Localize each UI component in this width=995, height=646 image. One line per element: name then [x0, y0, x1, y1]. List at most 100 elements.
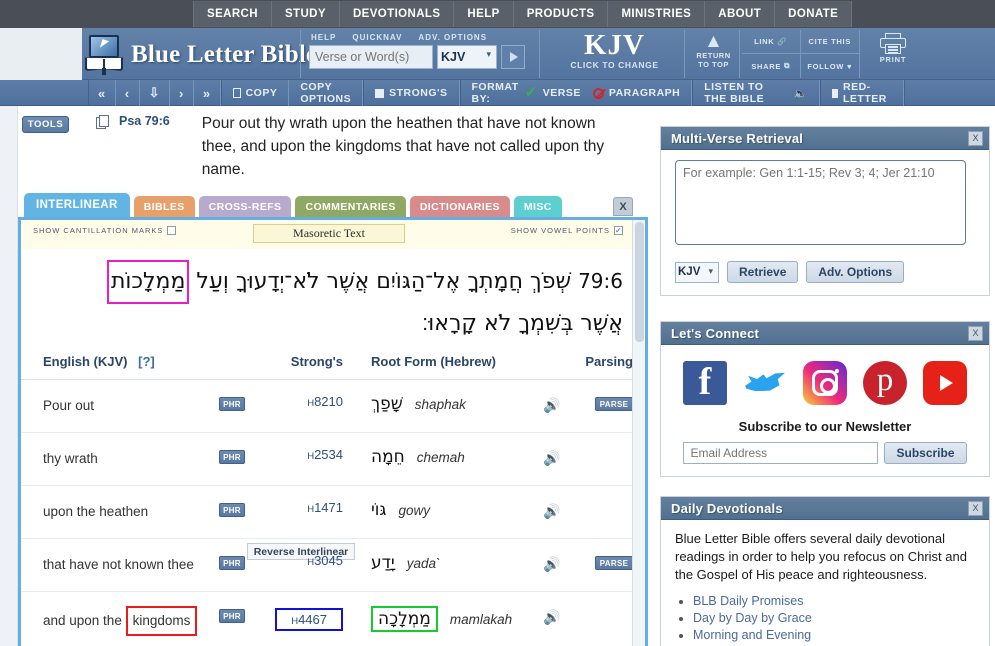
strongs-toggle[interactable]: STRONG'S	[364, 80, 458, 106]
topnav-item-ministries[interactable]: MINISTRIES	[608, 1, 706, 27]
link-button[interactable]: LINK 🔗	[742, 30, 801, 54]
adv-options-link[interactable]: ADV. OPTIONS	[418, 33, 487, 42]
copy-options-button[interactable]: COPY OPTIONS	[289, 80, 362, 106]
strongs-number[interactable]: H1471	[307, 500, 343, 515]
speaker-icon[interactable]: 🔊	[543, 450, 560, 466]
quicknav-link[interactable]: QUICKNAV	[352, 33, 402, 42]
current-version-banner[interactable]: KJV CLICK TO CHANGE	[545, 30, 685, 78]
strongs-number[interactable]: H4467	[275, 608, 343, 631]
show-vowel-points-toggle[interactable]: SHOW VOWEL POINTS ✓	[511, 226, 623, 235]
transliteration[interactable]: chemah	[417, 450, 465, 465]
highlighted-english-word[interactable]: kingdoms	[125, 606, 198, 636]
cell-english[interactable]: thy wrath	[43, 447, 219, 471]
previous-chapter-button[interactable]: ‹	[116, 80, 140, 106]
follow-button[interactable]: FOLLOW ♥	[801, 54, 860, 78]
twitter-icon[interactable]	[743, 361, 787, 405]
topnav-item-donate[interactable]: DONATE	[775, 1, 851, 27]
tab-dictionaries[interactable]: DICTIONARIES	[409, 196, 510, 217]
instagram-icon[interactable]	[803, 361, 847, 405]
share-button[interactable]: SHARE ⧉	[742, 54, 801, 78]
tab-bibles[interactable]: BIBLES	[133, 196, 195, 217]
print-button[interactable]: PRINT	[864, 30, 922, 78]
interlinear-scrollbar[interactable]	[632, 220, 645, 646]
last-chapter-button[interactable]: »	[194, 80, 220, 106]
devotional-link[interactable]: Day by Day by Grace	[693, 610, 975, 627]
devotional-link[interactable]: BLB Daily Promises	[693, 593, 975, 610]
tab-cross-refs[interactable]: CROSS-REFS	[198, 196, 292, 217]
help-link[interactable]: HELP	[311, 33, 336, 42]
tab-commentaries[interactable]: COMMENTARIES	[295, 196, 406, 217]
english-help-link[interactable]: [?]	[138, 354, 155, 369]
search-submit-button[interactable]	[501, 45, 525, 69]
transliteration[interactable]: yada`	[407, 556, 441, 571]
speaker-icon[interactable]: 🔊	[543, 556, 560, 572]
red-letter-toggle[interactable]: RED-LETTER	[821, 80, 903, 106]
cell-english[interactable]: that have not known thee	[43, 553, 219, 577]
multi-verse-version-select[interactable]: KJV	[675, 261, 719, 283]
youtube-icon[interactable]	[923, 361, 967, 405]
hebrew-root-word[interactable]: גּוֹי	[371, 500, 386, 520]
parse-button[interactable]: PARSE	[595, 556, 633, 570]
topnav-item-search[interactable]: SEARCH	[194, 1, 272, 27]
vowel-points-checkbox[interactable]: ✓	[614, 226, 623, 235]
parse-button[interactable]: PARSE	[595, 397, 633, 411]
copy-verse-icon[interactable]	[96, 115, 109, 129]
transliteration[interactable]: shaphak	[415, 397, 466, 412]
daily-devotionals-close-button[interactable]: X	[968, 500, 983, 516]
speaker-icon[interactable]: 🔊	[543, 503, 560, 519]
version-select[interactable]: KJV	[437, 45, 497, 69]
tab-interlinear[interactable]: INTERLINEAR	[24, 193, 130, 217]
show-cantillation-toggle[interactable]: SHOW CANTILLATION MARKS	[33, 226, 177, 235]
format-verse-option[interactable]: ✓ VERSE	[523, 80, 589, 106]
cite-this-button[interactable]: CITE THIS	[800, 30, 859, 54]
tab-misc[interactable]: MISC	[513, 196, 562, 217]
hebrew-root-word[interactable]: מַמְלָכָה	[371, 606, 438, 632]
topnav-item-study[interactable]: STUDY	[272, 1, 340, 27]
cell-english[interactable]: upon the heathen	[43, 500, 219, 524]
close-tabs-button[interactable]: X	[613, 197, 633, 216]
topnav-item-about[interactable]: ABOUT	[705, 1, 776, 27]
listen-to-bible-button[interactable]: LISTEN TO THE BIBLE 🔈	[693, 80, 819, 106]
hebrew-root-word[interactable]: חֵמָה	[371, 447, 405, 467]
site-logo[interactable]: Blue Letter Bible	[85, 30, 317, 80]
topnav-item-products[interactable]: PRODUCTS	[514, 1, 609, 27]
devotional-link[interactable]: Morning and Evening	[693, 627, 975, 644]
facebook-icon[interactable]	[683, 361, 727, 405]
transliteration[interactable]: gowy	[398, 503, 430, 518]
first-chapter-button[interactable]: «	[89, 80, 116, 106]
scroll-down-button[interactable]: ⇩	[140, 80, 170, 106]
transliteration[interactable]: mamlakah	[450, 612, 512, 627]
return-to-top-button[interactable]: ▲ RETURN TO TOP	[688, 30, 740, 78]
strongs-number[interactable]: H3045	[307, 553, 343, 568]
hebrew-root-word[interactable]: שָׁפַךְ	[371, 394, 403, 414]
phr-badge[interactable]: PHR	[219, 397, 245, 411]
multi-verse-textarea[interactable]	[675, 160, 966, 245]
phr-badge[interactable]: PHR	[219, 450, 245, 464]
next-chapter-button[interactable]: ›	[170, 80, 194, 106]
strongs-number[interactable]: H8210	[307, 394, 343, 409]
tools-button[interactable]: TOOLS	[22, 116, 69, 133]
cell-english[interactable]: Pour out	[43, 394, 219, 418]
copy-button[interactable]: COPY	[222, 80, 290, 106]
search-input[interactable]	[309, 45, 433, 69]
phr-badge[interactable]: PHR	[219, 503, 245, 517]
verse-reference[interactable]: Psa 79:6	[119, 114, 170, 181]
strongs-number[interactable]: H2534	[307, 447, 343, 462]
hebrew-root-word[interactable]: יָדַע	[371, 553, 395, 573]
lets-connect-close-button[interactable]: X	[968, 325, 983, 341]
email-input[interactable]	[683, 442, 879, 464]
cell-english[interactable]: and upon the kingdoms	[43, 606, 219, 636]
adv-options-button[interactable]: Adv. Options	[806, 261, 905, 283]
speaker-icon[interactable]: 🔊	[543, 609, 560, 625]
pinterest-icon[interactable]	[863, 361, 907, 405]
topnav-item-devotionals[interactable]: DEVOTIONALS	[340, 1, 455, 27]
speaker-icon[interactable]: 🔊	[543, 397, 560, 413]
topnav-item-help[interactable]: HELP	[454, 1, 514, 27]
subscribe-button[interactable]: Subscribe	[884, 442, 967, 464]
retrieve-button[interactable]: Retrieve	[727, 261, 799, 283]
phr-badge[interactable]: PHR	[219, 609, 245, 623]
multi-verse-close-button[interactable]: X	[968, 130, 983, 146]
phr-badge[interactable]: PHR	[219, 556, 245, 570]
cantillation-checkbox[interactable]	[167, 226, 177, 235]
format-paragraph-option[interactable]: PARAGRAPH	[589, 80, 691, 106]
